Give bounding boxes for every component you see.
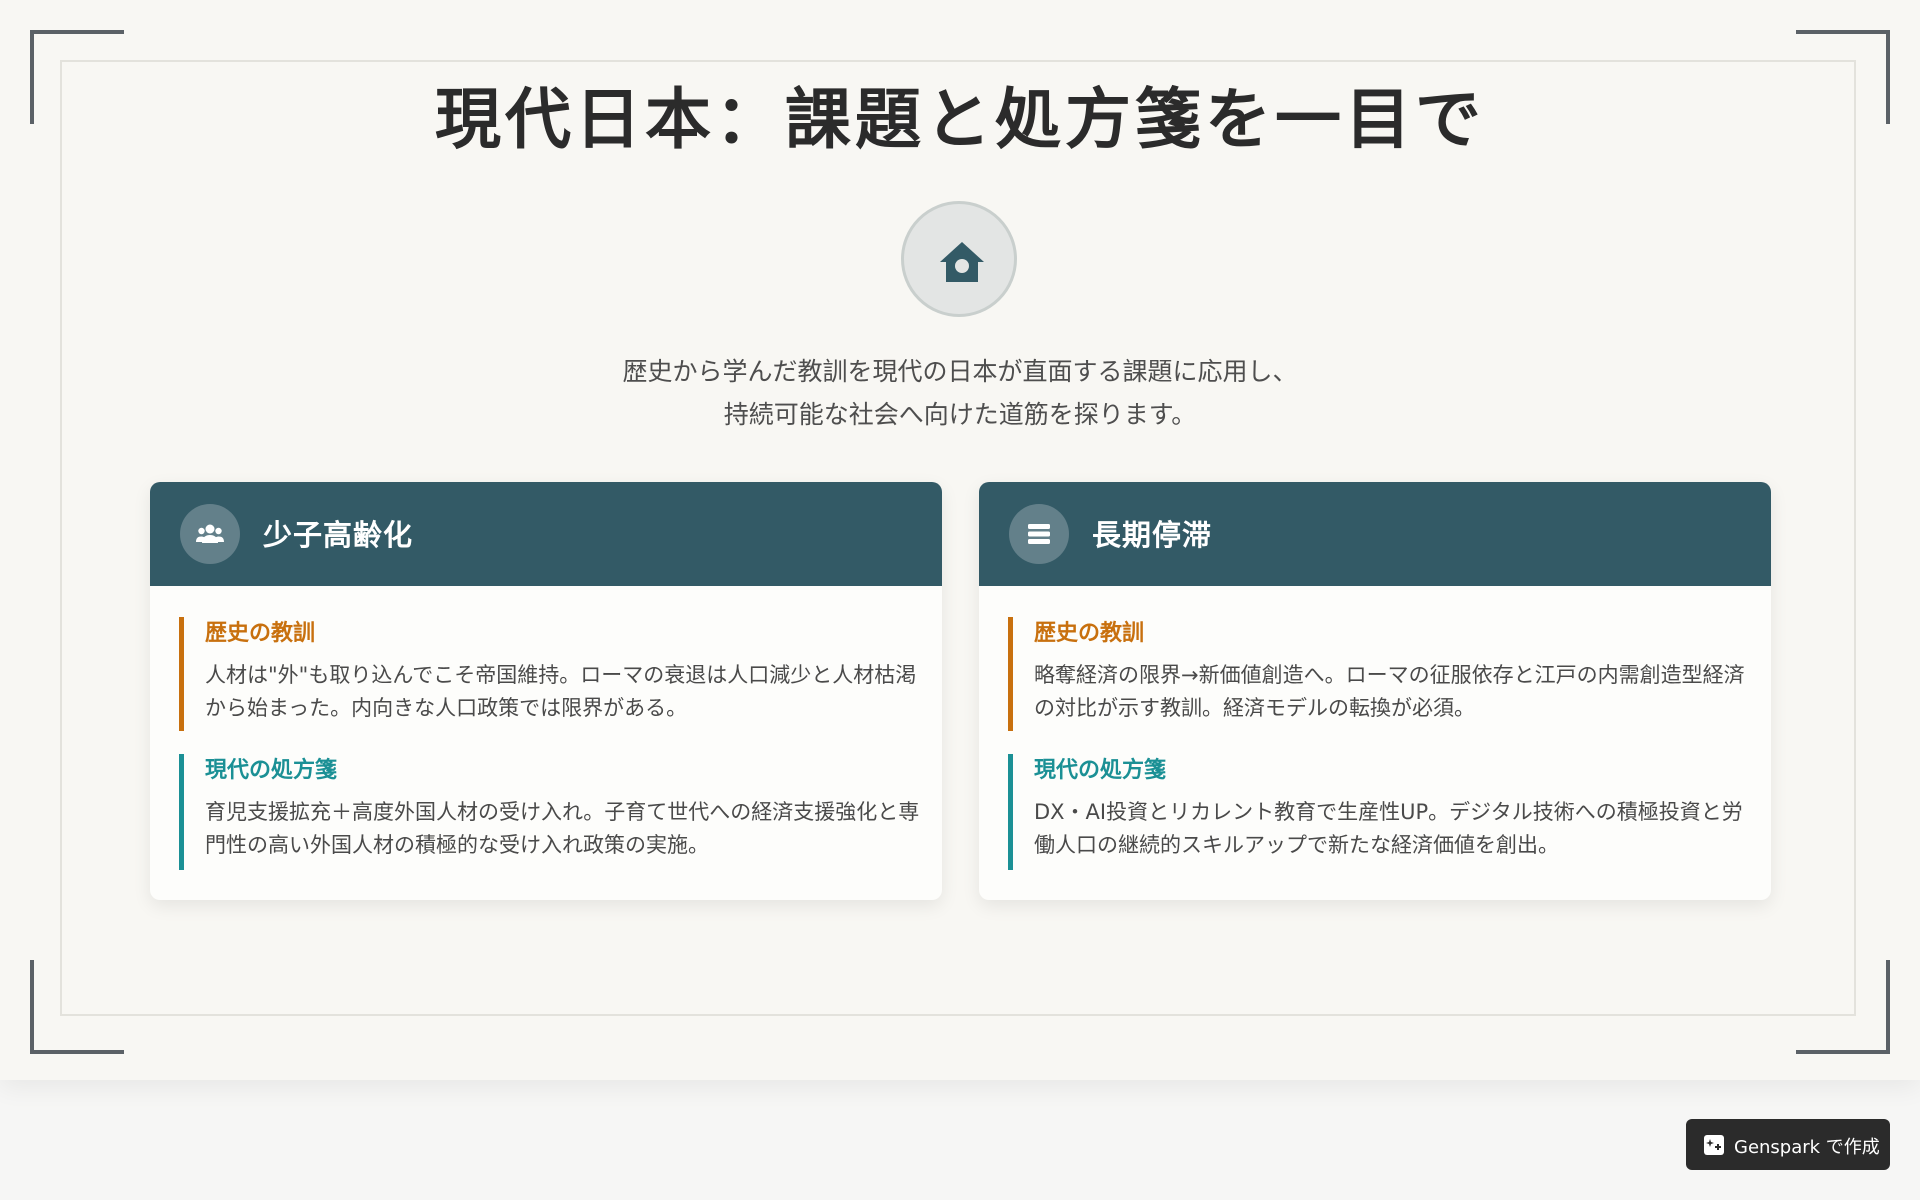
modern-remedy-block: 現代の処方箋 DX・AI投資とリカレント教育で生産性UP。デジタル技術への積極投… <box>1008 754 1748 870</box>
intro-line-1: 歴史から学んだ教訓を現代の日本が直面する課題に応用し、 <box>622 357 1298 386</box>
history-lesson-label: 歴史の教訓 <box>205 621 316 646</box>
card-title: 長期停滞 <box>1092 518 1213 552</box>
bars-icon <box>1009 504 1069 564</box>
intro-line-2: 持続可能な社会へ向けた道筋を探ります。 <box>723 400 1197 429</box>
corner-bottom-right <box>1796 960 1890 1054</box>
card-header: 長期停滞 <box>979 482 1771 586</box>
modern-remedy-text: DX・AI投資とリカレント教育で生産性UP。デジタル技術への積極投資と労働人口の… <box>1034 800 1743 857</box>
history-lesson-text: 略奪経済の限界→新価値創造へ。ローマの征服依存と江戸の内需創造型経済の対比が示す… <box>1034 663 1745 720</box>
house-icon <box>901 201 1017 317</box>
intro-text: 歴史から学んだ教訓を現代の日本が直面する課題に応用し、 持続可能な社会へ向けた道… <box>0 350 1920 436</box>
card-header: 少子高齢化 <box>150 482 942 586</box>
slide-title: 現代日本：課題と処方箋を一目で <box>435 80 1485 158</box>
corner-bottom-left <box>30 960 124 1054</box>
badge-label: Genspark で作成 <box>1734 1137 1880 1158</box>
slide: 現代日本：課題と処方箋を一目で 歴史から学んだ教訓を現代の日本が直面する課題に応… <box>0 0 1920 1080</box>
modern-remedy-label: 現代の処方箋 <box>1034 758 1167 783</box>
history-lesson-label: 歴史の教訓 <box>1034 621 1145 646</box>
genspark-badge-button[interactable]: Genspark で作成 <box>1686 1119 1890 1170</box>
modern-remedy-text: 育児支援拡充＋高度外国人材の受け入れ。子育て世代への経済支援強化と専門性の高い外… <box>205 800 920 857</box>
history-lesson-block: 歴史の教訓 人材は"外"も取り込んでこそ帝国維持。ローマの衰退は人口減少と人材枯… <box>179 617 919 731</box>
modern-remedy-block: 現代の処方箋 育児支援拡充＋高度外国人材の受け入れ。子育て世代への経済支援強化と… <box>179 754 919 870</box>
history-lesson-text: 人材は"外"も取り込んでこそ帝国維持。ローマの衰退は人口減少と人材枯渇から始まっ… <box>205 663 917 720</box>
card-long-stagnation: 長期停滞 歴史の教訓 略奪経済の限界→新価値創造へ。ローマの征服依存と江戸の内需… <box>979 482 1771 900</box>
spark-icon <box>1704 1135 1724 1160</box>
history-lesson-block: 歴史の教訓 略奪経済の限界→新価値創造へ。ローマの征服依存と江戸の内需創造型経済… <box>1008 617 1748 731</box>
card-title: 少子高齢化 <box>263 518 414 552</box>
users-icon <box>180 504 240 564</box>
modern-remedy-label: 現代の処方箋 <box>205 758 338 783</box>
card-aging-society: 少子高齢化 歴史の教訓 人材は"外"も取り込んでこそ帝国維持。ローマの衰退は人口… <box>150 482 942 900</box>
